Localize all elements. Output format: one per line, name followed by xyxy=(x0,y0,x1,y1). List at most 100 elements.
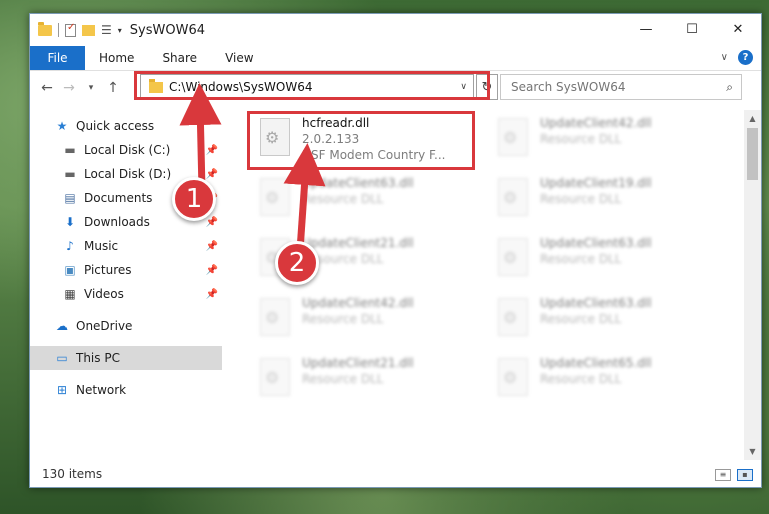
file-name: UpdateClient21.dll xyxy=(302,236,414,250)
pin-icon[interactable]: 📌 xyxy=(206,241,218,252)
documents-icon: ▤ xyxy=(64,191,76,205)
title-bar: ☰ ▾ SysWOW64 — ☐ ✕ xyxy=(30,14,761,46)
sidebar-item-this-pc[interactable]: ▭ This PC xyxy=(30,346,222,370)
computer-icon: ▭ xyxy=(56,351,68,365)
file-description: Resource DLL xyxy=(540,252,622,266)
sidebar-item-label: Local Disk (D:) xyxy=(84,167,172,181)
sidebar-item-label: Local Disk (C:) xyxy=(84,143,171,157)
sidebar-item-onedrive[interactable]: ☁ OneDrive xyxy=(30,314,222,338)
dll-file-icon xyxy=(498,298,528,336)
maximize-button[interactable]: ☐ xyxy=(669,14,715,44)
drive-icon: ▬ xyxy=(64,143,76,157)
search-box[interactable]: ⌕ xyxy=(500,74,742,100)
dll-file-icon xyxy=(498,358,528,396)
vertical-scrollbar[interactable]: ▲ ▼ xyxy=(744,110,761,460)
dll-file-icon xyxy=(498,178,528,216)
file-name: UpdateClient42.dll xyxy=(302,296,414,310)
dll-file-icon xyxy=(260,358,290,396)
music-icon: ♪ xyxy=(66,239,74,253)
details-view-icon[interactable]: ≡ xyxy=(715,469,731,481)
dll-file-icon xyxy=(260,178,290,216)
tab-home[interactable]: Home xyxy=(85,51,148,65)
file-item[interactable]: UpdateClient63.dll Resource DLL xyxy=(488,294,716,350)
tab-file[interactable]: File xyxy=(30,46,85,70)
file-name: UpdateClient63.dll xyxy=(302,176,414,190)
network-icon: ⊞ xyxy=(56,383,68,397)
scrollbar-thumb[interactable] xyxy=(747,128,758,180)
help-icon[interactable]: ? xyxy=(738,50,753,65)
close-button[interactable]: ✕ xyxy=(715,14,761,44)
file-name: UpdateClient65.dll xyxy=(540,356,652,370)
chevron-down-icon[interactable]: ▾ xyxy=(118,26,122,35)
file-item[interactable]: UpdateClient42.dll Resource DLL xyxy=(250,294,478,350)
file-list: hcfreadr.dll 2.0.2.133 HSF Modem Country… xyxy=(226,110,741,460)
scroll-up-icon[interactable]: ▲ xyxy=(744,110,761,127)
sidebar-item-label: Quick access xyxy=(76,119,155,133)
dll-file-icon xyxy=(498,118,528,156)
sidebar-item-music[interactable]: ♪ Music 📌 xyxy=(30,234,222,258)
tab-share[interactable]: Share xyxy=(148,51,211,65)
chevron-down-icon[interactable]: ∨ xyxy=(460,82,467,92)
pin-icon[interactable]: 📌 xyxy=(206,169,218,180)
pin-icon[interactable]: 📌 xyxy=(206,145,218,156)
file-name: UpdateClient63.dll xyxy=(540,296,652,310)
refresh-icon[interactable]: ↻ xyxy=(476,74,498,100)
file-name: UpdateClient19.dll xyxy=(540,176,652,190)
expand-ribbon-icon[interactable]: ∨ xyxy=(721,52,728,63)
file-highlight-box xyxy=(247,111,475,170)
navigation-pane: ★ Quick access ▬ Local Disk (C:) 📌 ▬ Loc… xyxy=(30,114,222,464)
customize-toolbar-icon[interactable]: ☰ xyxy=(101,23,112,37)
window-title: SysWOW64 xyxy=(129,22,205,38)
explorer-window: ☰ ▾ SysWOW64 — ☐ ✕ File Home Share View … xyxy=(29,13,762,488)
file-item[interactable]: UpdateClient19.dll Resource DLL xyxy=(488,174,716,230)
pin-icon[interactable]: 📌 xyxy=(206,217,218,228)
forward-arrow-icon[interactable]: → xyxy=(58,80,80,96)
sidebar-item-pictures[interactable]: ▣ Pictures 📌 xyxy=(30,258,222,282)
file-item[interactable]: UpdateClient63.dll Resource DLL xyxy=(488,234,716,290)
folder-icon xyxy=(38,21,52,36)
ribbon-tabs: File Home Share View ∨ ? xyxy=(30,46,761,71)
back-arrow-icon[interactable]: ← xyxy=(36,80,58,96)
sidebar-item-label: Videos xyxy=(84,287,124,301)
sidebar-item-label: Downloads xyxy=(84,215,150,229)
sidebar-item-label: OneDrive xyxy=(76,319,133,333)
tab-view[interactable]: View xyxy=(211,51,267,65)
sidebar-item-label: Pictures xyxy=(84,263,132,277)
up-arrow-icon[interactable]: ↑ xyxy=(102,80,124,96)
sidebar-item-label: This PC xyxy=(76,351,120,365)
address-bar[interactable]: C:\Windows\SysWOW64 ∨ xyxy=(140,74,474,100)
file-item[interactable]: UpdateClient63.dll Resource DLL xyxy=(250,174,478,230)
file-description: Resource DLL xyxy=(302,192,384,206)
dll-file-icon xyxy=(260,298,290,336)
step-marker-1: 1 xyxy=(172,177,216,221)
file-name: UpdateClient63.dll xyxy=(540,236,652,250)
file-item[interactable]: UpdateClient21.dll Resource DLL xyxy=(250,354,478,410)
star-icon: ★ xyxy=(56,119,68,133)
quick-access-toolbar: ☰ ▾ xyxy=(30,21,122,37)
sidebar-item-network[interactable]: ⊞ Network xyxy=(30,378,222,402)
sidebar-item-videos[interactable]: ▦ Videos 📌 xyxy=(30,282,222,306)
minimize-button[interactable]: — xyxy=(623,14,669,44)
search-input[interactable] xyxy=(509,79,713,95)
step-marker-2: 2 xyxy=(275,241,319,285)
downloads-icon: ⬇ xyxy=(64,215,76,229)
scroll-down-icon[interactable]: ▼ xyxy=(744,443,761,460)
dll-file-icon xyxy=(498,238,528,276)
recent-locations-icon[interactable]: ▾ xyxy=(80,83,102,93)
file-description: Resource DLL xyxy=(540,372,622,386)
file-item[interactable]: UpdateClient65.dll Resource DLL xyxy=(488,354,716,410)
search-icon[interactable]: ⌕ xyxy=(726,80,733,95)
divider xyxy=(58,23,59,37)
large-icons-view-icon[interactable]: ▪ xyxy=(737,469,753,481)
file-description: Resource DLL xyxy=(540,132,622,146)
sidebar-item-quick-access[interactable]: ★ Quick access xyxy=(30,114,222,138)
properties-icon[interactable] xyxy=(65,22,76,37)
file-name: UpdateClient42.dll xyxy=(540,116,652,130)
sidebar-item-local-disk-c[interactable]: ▬ Local Disk (C:) 📌 xyxy=(30,138,222,162)
status-bar: 130 items ≡ ▪ xyxy=(30,461,761,487)
new-folder-icon[interactable] xyxy=(82,24,95,36)
file-item[interactable]: UpdateClient42.dll Resource DLL xyxy=(488,114,716,170)
address-path[interactable]: C:\Windows\SysWOW64 xyxy=(169,80,313,94)
pin-icon[interactable]: 📌 xyxy=(206,289,218,300)
pin-icon[interactable]: 📌 xyxy=(206,265,218,276)
